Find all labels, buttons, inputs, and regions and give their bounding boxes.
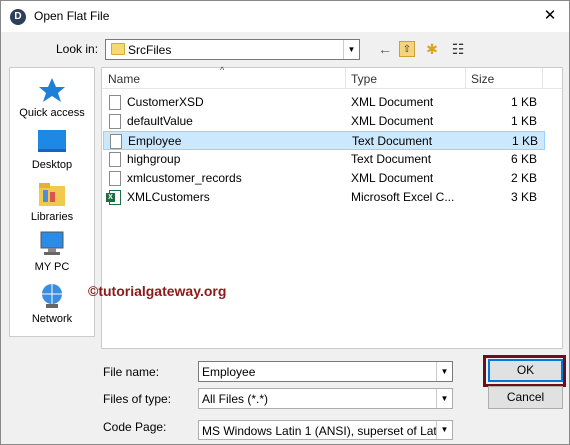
file-icon — [109, 171, 121, 186]
places-bar: Quick access Desktop Libraries MY PC Net… — [9, 67, 95, 337]
cancel-button[interactable]: Cancel — [488, 386, 563, 409]
sort-ascending-icon: ^ — [220, 65, 225, 75]
file-type: Text Document — [352, 134, 433, 148]
file-icon — [110, 134, 122, 149]
watermark-text: ©tutorialgateway.org — [88, 283, 227, 299]
place-label: Desktop — [31, 159, 73, 171]
file-type: XML Document — [351, 114, 434, 128]
column-header-size[interactable]: Size — [471, 72, 494, 86]
new-folder-icon[interactable]: ✱ — [423, 41, 441, 57]
place-label: Libraries — [30, 211, 74, 223]
file-size: 6 KB — [510, 152, 537, 166]
file-size: 1 KB — [510, 114, 537, 128]
excel-file-icon — [106, 190, 121, 205]
file-type-label: Files of type: — [103, 392, 172, 406]
back-arrow-icon[interactable]: ← — [377, 41, 393, 57]
file-name: XMLCustomers — [127, 190, 210, 204]
look-in-value: SrcFiles — [128, 43, 172, 57]
place-desktop[interactable]: Desktop — [10, 128, 94, 171]
file-name: CustomerXSD — [127, 95, 204, 109]
file-type: Microsoft Excel C... — [351, 190, 455, 204]
place-label: MY PC — [34, 261, 70, 273]
file-name-value: Employee — [202, 365, 256, 379]
file-type-select[interactable]: All Files (*.*) ▼ — [198, 388, 453, 409]
file-row[interactable]: highgroup Text Document 6 KB — [103, 150, 545, 169]
chevron-down-icon[interactable]: ▼ — [343, 40, 359, 59]
view-menu-icon[interactable]: ☷ — [446, 41, 470, 57]
file-size: 3 KB — [510, 190, 537, 204]
window-title: Open Flat File — [34, 9, 110, 23]
place-label: Quick access — [19, 107, 85, 119]
desktop-icon — [38, 130, 66, 152]
file-name-label: File name: — [103, 365, 160, 379]
open-flat-file-dialog: D Open Flat File ✕ Look in: SrcFiles ▼ ←… — [0, 0, 570, 445]
chevron-down-icon[interactable]: ▼ — [436, 389, 452, 408]
libraries-icon — [39, 183, 65, 206]
file-list[interactable]: ^ Name Type Size CustomerXSD XML Documen… — [101, 65, 563, 349]
place-network[interactable]: Network — [10, 282, 94, 325]
column-divider[interactable] — [465, 68, 466, 89]
file-name-input[interactable]: Employee ▼ — [198, 361, 453, 382]
column-divider[interactable] — [542, 68, 543, 89]
file-name: xmlcustomer_records — [127, 171, 242, 185]
file-type-value: All Files (*.*) — [202, 392, 269, 406]
code-page-value: MS Windows Latin 1 (ANSI), superset of L… — [202, 424, 436, 438]
file-size: 1 KB — [510, 95, 537, 109]
ok-button[interactable]: OK — [488, 359, 563, 382]
file-row-selected[interactable]: Employee Text Document 1 KB — [103, 131, 545, 150]
file-row[interactable]: CustomerXSD XML Document 1 KB — [103, 93, 545, 112]
file-name: Employee — [128, 134, 182, 148]
star-icon — [39, 78, 65, 102]
place-label: Network — [31, 313, 73, 325]
look-in-label: Look in: — [56, 42, 99, 56]
file-type: Text Document — [351, 152, 432, 166]
file-row[interactable]: XMLCustomers Microsoft Excel C... 3 KB — [103, 188, 545, 207]
file-size: 2 KB — [510, 171, 537, 185]
computer-icon — [40, 231, 64, 255]
place-libraries[interactable]: Libraries — [10, 180, 94, 223]
title-bar: D Open Flat File ✕ — [1, 1, 569, 32]
up-folder-icon[interactable]: ⇧ — [399, 41, 415, 57]
file-size: 1 KB — [511, 134, 538, 148]
file-list-header: ^ Name Type Size — [102, 65, 562, 89]
file-row[interactable]: defaultValue XML Document 1 KB — [103, 112, 545, 131]
app-icon: D — [10, 9, 26, 25]
folder-icon — [111, 43, 125, 55]
file-icon — [109, 95, 121, 110]
column-divider[interactable] — [345, 68, 346, 89]
file-icon — [109, 114, 121, 129]
network-icon — [42, 284, 62, 308]
file-name: highgroup — [127, 152, 181, 166]
chevron-down-icon[interactable]: ▼ — [436, 362, 452, 381]
file-row[interactable]: xmlcustomer_records XML Document 2 KB — [103, 169, 545, 188]
look-in-combobox[interactable]: SrcFiles ▼ — [105, 39, 360, 60]
code-page-select[interactable]: MS Windows Latin 1 (ANSI), superset of L… — [198, 420, 453, 440]
file-type: XML Document — [351, 95, 434, 109]
file-name: defaultValue — [127, 114, 193, 128]
chevron-down-icon[interactable]: ▼ — [436, 421, 452, 439]
file-type: XML Document — [351, 171, 434, 185]
column-header-type[interactable]: Type — [351, 72, 377, 86]
code-page-label: Code Page: — [103, 420, 167, 434]
place-my-pc[interactable]: MY PC — [10, 230, 94, 273]
column-header-name[interactable]: Name — [108, 72, 140, 86]
close-button[interactable]: ✕ — [537, 5, 563, 27]
file-icon — [109, 152, 121, 167]
place-quick-access[interactable]: Quick access — [10, 76, 94, 119]
